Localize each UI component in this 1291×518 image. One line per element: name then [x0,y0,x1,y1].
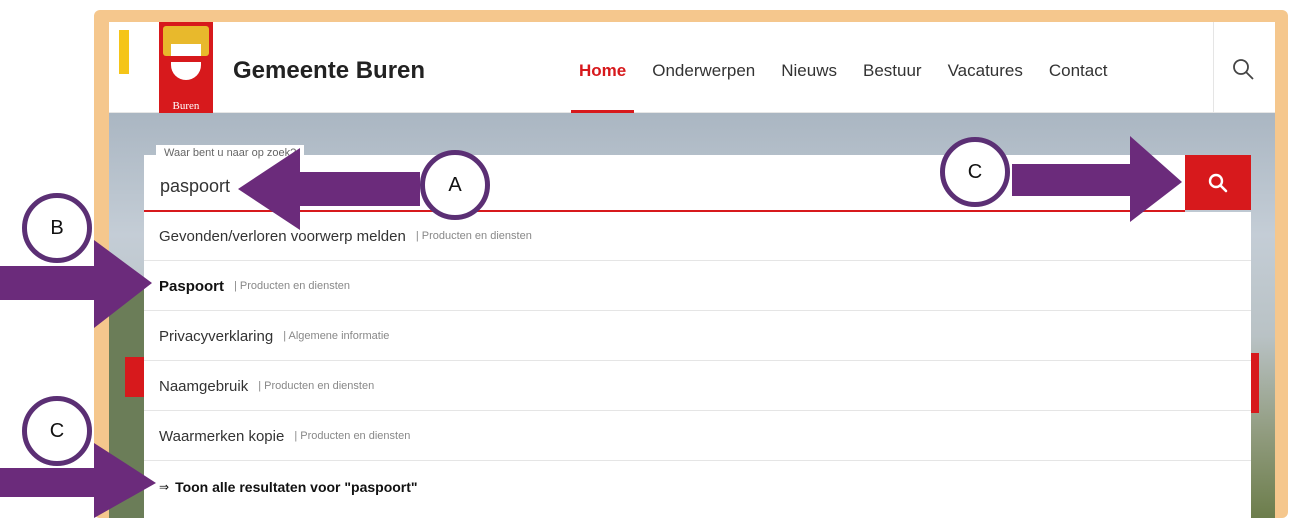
suggestion-category: | Producten en diensten [294,430,411,442]
suggestion-title: Paspoort [159,277,225,295]
show-all-label: Toon alle resultaten voor "paspoort" [175,478,418,495]
suggestion-title: Waarmerken kopie [159,427,285,445]
search-suggestions: Gevonden/verloren voorwerp melden | Prod… [144,212,1251,518]
logo-text: Buren [172,100,200,112]
suggestion-title: Naamgebruik [159,377,249,395]
site-logo[interactable]: Buren [159,22,213,114]
annotation-label-b: B [22,193,92,263]
suggestion-item[interactable]: Waarmerken kopie | Producten en diensten [144,412,1251,461]
suggestion-category: | Producten en diensten [258,380,375,392]
annotation-label-a: A [420,150,490,220]
logo-shield [171,44,201,80]
suggestion-item-paspoort[interactable]: Paspoort | Producten en diensten [144,262,1251,311]
nav-item-nieuws[interactable]: Nieuws [781,61,837,81]
suggestion-category: | Algemene informatie [283,330,390,342]
search-icon [1208,173,1228,192]
nav-item-contact[interactable]: Contact [1049,61,1108,81]
suggestion-item[interactable]: Privacyverklaring | Algemene informatie [144,312,1251,361]
logo-shield-band [171,56,201,62]
show-all-results-link[interactable]: ⇒ Toon alle resultaten voor "paspoort" [144,462,1251,511]
suggestion-item[interactable]: Naamgebruik | Producten en diensten [144,362,1251,411]
search-field[interactable]: Waar bent u naar op zoek? [144,145,1185,212]
site-header: Buren Gemeente Buren Home Onderwerpen Ni… [109,22,1275,114]
search-input[interactable] [158,175,1062,198]
annotation-label-c-top: C [940,137,1010,207]
header-divider [1213,22,1214,112]
search-label: Waar bent u naar op zoek? [156,145,305,161]
nav-item-vacatures[interactable]: Vacatures [948,61,1023,81]
suggestion-item[interactable]: Gevonden/verloren voorwerp melden | Prod… [144,212,1251,261]
nav-item-label: Home [579,61,627,80]
arrow-right-icon: ⇒ [159,479,170,494]
nav-item-bestuur[interactable]: Bestuur [863,61,922,81]
search-icon[interactable] [1231,57,1255,81]
site-name[interactable]: Gemeente Buren [233,57,425,85]
nav-item-home[interactable]: Home [571,61,635,114]
annotation-label-c-bottom: C [22,396,92,466]
suggestion-title: Privacyverklaring [159,327,274,345]
flag-stripe [119,30,129,74]
suggestion-title: Gevonden/verloren voorwerp melden [159,227,406,245]
hero-tree [109,283,149,518]
main-nav: Home Onderwerpen Nieuws Bestuur Vacature… [571,61,1108,114]
nav-item-onderwerpen[interactable]: Onderwerpen [652,61,755,81]
suggestion-category: | Producten en diensten [234,280,351,292]
search-button[interactable] [1185,155,1251,210]
browser-viewport: Buren Gemeente Buren Home Onderwerpen Ni… [109,22,1275,518]
suggestion-category: | Producten en diensten [415,230,532,242]
